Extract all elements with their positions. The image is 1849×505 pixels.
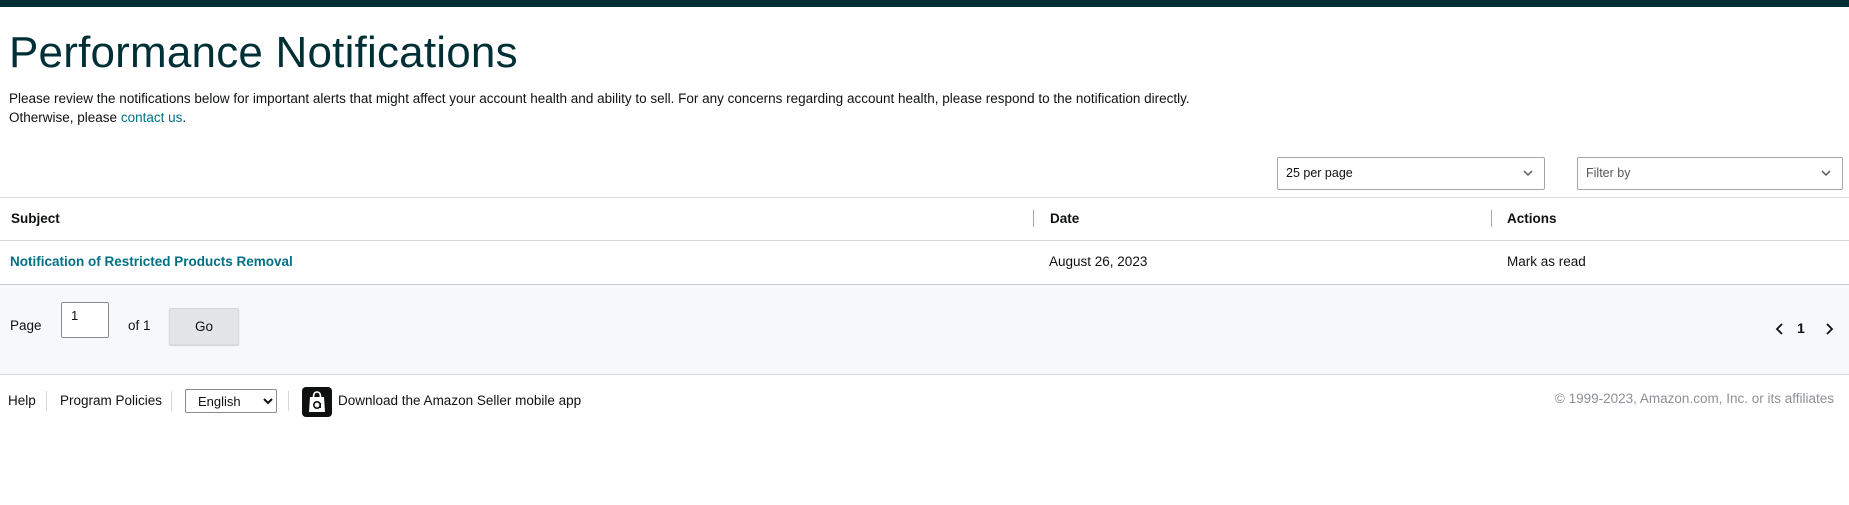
header-row-border: [0, 240, 1849, 241]
contact-us-link[interactable]: contact us: [121, 110, 183, 125]
amazon-seller-app-icon[interactable]: [302, 387, 332, 417]
copyright-text: © 1999-2023, Amazon.com, Inc. or its aff…: [1554, 391, 1834, 406]
column-divider: [1033, 210, 1034, 227]
pagination-bar: [0, 285, 1849, 374]
program-policies-link[interactable]: Program Policies: [60, 393, 162, 408]
footer-top-border: [0, 374, 1849, 375]
language-select[interactable]: English: [185, 389, 277, 413]
page-number-input[interactable]: [61, 302, 109, 338]
page-label: Page: [10, 318, 42, 333]
intro-end: .: [182, 110, 187, 125]
help-link[interactable]: Help: [8, 393, 36, 408]
footer-divider: [46, 391, 47, 411]
column-divider: [1491, 210, 1492, 227]
per-page-select[interactable]: 25 per page: [1277, 157, 1545, 190]
go-button[interactable]: Go: [169, 308, 239, 345]
filter-by-placeholder: Filter by: [1586, 166, 1631, 180]
filter-by-select[interactable]: Filter by: [1577, 157, 1843, 190]
page-intro: Please review the notifications below fo…: [9, 89, 1249, 127]
column-header-subject[interactable]: Subject: [11, 211, 60, 226]
shopping-bag-icon: [309, 391, 325, 412]
page-total-label: of 1: [128, 318, 151, 333]
download-app-link[interactable]: Download the Amazon Seller mobile app: [338, 393, 581, 408]
chevron-down-icon: [1821, 170, 1831, 177]
footer-divider: [288, 391, 289, 411]
footer-divider: [171, 391, 172, 411]
mark-as-read-link[interactable]: Mark as read: [1507, 254, 1586, 269]
per-page-value: 25 per page: [1286, 166, 1353, 180]
notification-subject-link[interactable]: Notification of Restricted Products Remo…: [10, 254, 293, 269]
column-header-actions: Actions: [1507, 211, 1557, 226]
top-brand-bar: [0, 0, 1849, 7]
chevron-right-icon[interactable]: [1822, 322, 1836, 336]
column-header-date[interactable]: Date: [1050, 211, 1079, 226]
chevron-down-icon: [1523, 170, 1533, 177]
current-page-number[interactable]: 1: [1797, 320, 1805, 336]
chevron-left-icon[interactable]: [1773, 322, 1787, 336]
notification-date: August 26, 2023: [1049, 254, 1148, 269]
page-title: Performance Notifications: [9, 28, 518, 77]
table-top-border: [0, 197, 1849, 198]
